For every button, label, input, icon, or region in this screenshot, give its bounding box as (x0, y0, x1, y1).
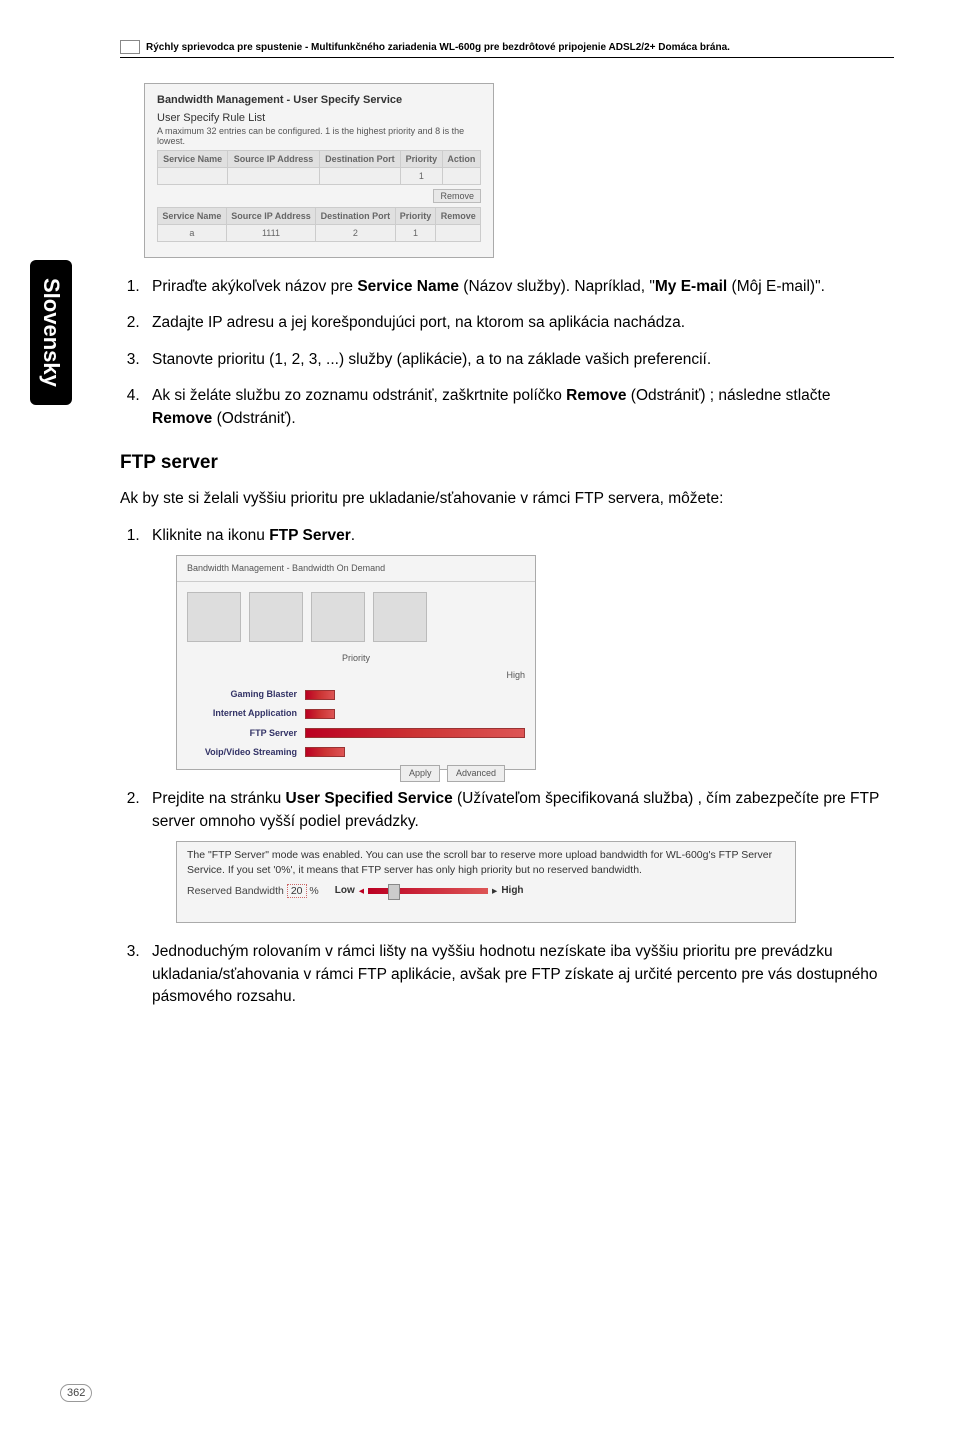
table1b-h-dest: Destination Port (316, 208, 395, 225)
slider-high-label: High (501, 884, 523, 898)
table1-h-action: Action (442, 151, 480, 168)
table1-h-name: Service Name (158, 151, 228, 168)
page-number: 362 (60, 1384, 92, 1402)
table1-h-dest: Destination Port (319, 151, 400, 168)
step-a1-b2: My E-mail (655, 278, 727, 295)
step-a4-post: (Odstrániť). (212, 410, 295, 427)
prio-bar-voip[interactable] (305, 747, 345, 757)
remove-button[interactable]: Remove (433, 189, 481, 203)
prio-row-gaming: Gaming Blaster (187, 688, 297, 701)
bandwidth-slider[interactable] (368, 888, 488, 894)
ftp-heading: FTP server (120, 452, 894, 474)
step-b2-b: User Specified Service (286, 790, 453, 807)
reserved-value[interactable]: 20 (287, 884, 307, 898)
table1b-h-src: Source IP Address (226, 208, 315, 225)
step-b1-b: FTP Server (269, 527, 351, 544)
prio-bar-internet[interactable] (305, 709, 335, 719)
step-a4-b1: Remove (566, 387, 626, 404)
reserved-label-text: Reserved Bandwidth (187, 885, 284, 897)
screenshot-user-specify-service: Bandwidth Management - User Specify Serv… (144, 83, 494, 258)
table1-title: Bandwidth Management - User Specify Serv… (157, 94, 481, 106)
prio-bar-gaming[interactable] (305, 690, 335, 700)
step-a4-mid: (Odstrániť) ; následne stlačte (626, 387, 830, 404)
prio-bar-ftp[interactable] (305, 728, 525, 738)
step-a4-b2: Remove (152, 410, 212, 427)
table1b-r1-c2: 1111 (226, 225, 315, 242)
table1-desc: A maximum 32 entries can be configured. … (157, 126, 481, 146)
table1-h-src: Source IP Address (228, 151, 319, 168)
prio-row-ftp: FTP Server (187, 727, 297, 740)
slider-left-arrow-icon[interactable]: ◂ (359, 884, 364, 899)
screenshot-bandwidth-icons: Bandwidth Management - Bandwidth On Dema… (176, 555, 536, 770)
table1-r1-c1[interactable] (158, 168, 228, 185)
step-a2: Zadajte IP adresu a jej korešpondujúci p… (144, 312, 894, 334)
prio-row-internet: Internet Application (187, 707, 297, 720)
gaming-blaster-icon[interactable] (187, 592, 241, 642)
prio-row-voip: Voip/Video Streaming (187, 746, 297, 759)
header-text: Rýchly sprievodca pre spustenie - Multif… (146, 42, 730, 53)
step-a3: Stanovte prioritu (1, 2, 3, ...) služby … (144, 349, 894, 371)
step-a1-pre: Priraďte akýkoľvek názov pre (152, 278, 357, 295)
table1b-r1-c1: a (158, 225, 227, 242)
icons-title: Bandwidth Management - Bandwidth On Dema… (177, 556, 535, 582)
step-a1-post: (Môj E-mail)". (727, 278, 825, 295)
slider-low-label: Low (335, 884, 355, 898)
table1-r1-c4[interactable]: 1 (400, 168, 442, 185)
step-b2: Prejdite na stránku User Specified Servi… (144, 788, 894, 923)
ftp-server-icon[interactable] (311, 592, 365, 642)
priority-high-label: High (187, 669, 525, 682)
step-b2-pre: Prejdite na stránku (152, 790, 286, 807)
steps-list-b: Kliknite na ikonu FTP Server. Bandwidth … (144, 525, 894, 1009)
step-a1: Priraďte akýkoľvek názov pre Service Nam… (144, 276, 894, 298)
step-a4: Ak si želáte službu zo zoznamu odstrániť… (144, 385, 894, 430)
screenshot-reserved-bandwidth: The "FTP Server" mode was enabled. You c… (176, 841, 796, 923)
table1b-r1-c4: 1 (395, 225, 436, 242)
step-b1: Kliknite na ikonu FTP Server. Bandwidth … (144, 525, 894, 770)
step-b1-post: . (351, 527, 355, 544)
table1-r1-c5[interactable] (442, 168, 480, 185)
table1b-h-remove: Remove (436, 208, 481, 225)
table1b-r1-c3: 2 (316, 225, 395, 242)
apply-button[interactable]: Apply (400, 765, 441, 782)
table1-r1-c2[interactable] (228, 168, 319, 185)
step-b1-pre: Kliknite na ikonu (152, 527, 269, 544)
step-a1-mid: (Názov služby). Napríklad, " (459, 278, 655, 295)
step-b3: Jednoduchým rolovaním v rámci lišty na v… (144, 941, 894, 1008)
slider-desc: The "FTP Server" mode was enabled. You c… (187, 848, 785, 877)
pct-sign: % (309, 885, 318, 897)
step-a1-b1: Service Name (357, 278, 459, 295)
ftp-intro: Ak by ste si želali vyššiu prioritu pre … (120, 488, 894, 510)
table1-r1-c3[interactable] (319, 168, 400, 185)
slider-right-arrow-icon[interactable]: ▸ (492, 884, 497, 899)
reserved-bandwidth-label: Reserved Bandwidth 20 % (187, 884, 319, 899)
table1-grid-top: Service Name Source IP Address Destinati… (157, 150, 481, 185)
table1-grid-bottom: Service Name Source IP Address Destinati… (157, 207, 481, 242)
table1b-h-prio: Priority (395, 208, 436, 225)
priority-label: Priority (187, 652, 525, 665)
table1-h-prio: Priority (400, 151, 442, 168)
internet-application-icon[interactable] (249, 592, 303, 642)
page-header: Rýchly sprievodca pre spustenie - Multif… (120, 40, 894, 58)
table1b-h-name: Service Name (158, 208, 227, 225)
table1b-r1-c5[interactable] (436, 225, 481, 242)
table1-caption: User Specify Rule List (157, 112, 481, 124)
advanced-button[interactable]: Advanced (447, 765, 505, 782)
voip-video-icon[interactable] (373, 592, 427, 642)
step-a4-pre: Ak si želáte službu zo zoznamu odstrániť… (152, 387, 566, 404)
steps-list-a: Priraďte akýkoľvek názov pre Service Nam… (144, 276, 894, 430)
